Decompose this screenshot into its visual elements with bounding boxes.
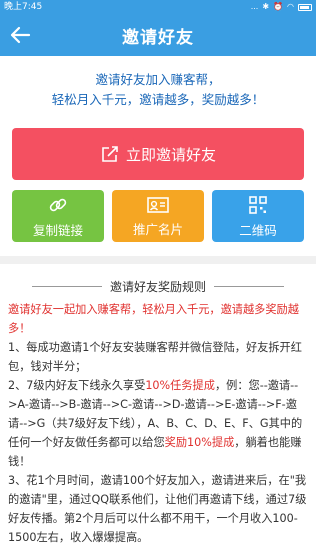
rule-2-part-a: 2、7级内好友下线永久享受	[8, 379, 146, 392]
page-title: 邀请好友	[122, 27, 194, 48]
bluetooth-icon: ✱	[262, 2, 270, 11]
rule-2-highlight-commission: 10%任务提成	[145, 379, 215, 392]
section-divider	[0, 256, 316, 264]
heading-line-left	[31, 286, 102, 287]
wifi-icon: ◠	[287, 2, 294, 11]
rules-body: 邀请好友一起加入赚客帮，轻松月入千元，邀请越多奖励越多！ 1、每成功邀请1个好友…	[8, 300, 310, 547]
rules-heading: 邀请好友奖励规则	[0, 278, 316, 295]
status-time: 晚上7:45	[4, 2, 43, 12]
qr-code-label: 二维码	[239, 222, 277, 238]
promo-card-label: 推广名片	[132, 221, 183, 237]
link-icon	[49, 198, 67, 211]
share-options: 复制链接 推广名片 二维码	[12, 190, 304, 242]
status-icons: ... ✱ ⏰ ◠	[251, 0, 312, 14]
rule-3: 3、花1个月时间，邀请100个好友加入，邀请进来后，在"我的邀请"里，通过QQ联…	[8, 474, 307, 544]
signal-text: ...	[250, 2, 259, 11]
rule-2-highlight-reward: 奖励10%提成	[164, 436, 235, 449]
share-icon	[102, 146, 118, 162]
rules-lead: 邀请好友一起加入赚客帮，轻松月入千元，邀请越多奖励越多！	[8, 303, 299, 335]
app-bar: 邀请好友	[0, 14, 316, 56]
alarm-icon: ⏰	[273, 2, 284, 11]
status-bar: 晚上7:45 ... ✱ ⏰ ◠	[0, 0, 316, 14]
back-button[interactable]	[6, 22, 34, 48]
invite-friends-button[interactable]: 立即邀请好友	[12, 128, 304, 180]
id-card-icon	[147, 196, 169, 213]
copy-link-button[interactable]: 复制链接	[12, 190, 104, 242]
invite-button-label: 立即邀请好友	[125, 145, 216, 164]
copy-link-label: 复制链接	[32, 222, 83, 238]
intro-text: 邀请好友加入赚客帮， 轻松月入千元，邀请越多，奖励越多！	[0, 70, 316, 110]
qr-code-icon	[249, 195, 267, 214]
rules-heading-text: 邀请好友奖励规则	[109, 280, 206, 294]
heading-line-right	[214, 286, 284, 287]
battery-icon	[298, 3, 312, 11]
rule-1: 1、每成功邀请1个好友安装赚客帮并微信登陆，好友拆开红包，钱对半分；	[8, 341, 302, 373]
intro-line-1: 邀请好友加入赚客帮，	[95, 72, 221, 87]
promo-card-button[interactable]: 推广名片	[112, 190, 204, 242]
intro-line-2: 轻松月入千元，邀请越多，奖励越多！	[51, 92, 265, 107]
back-arrow-icon	[10, 26, 31, 44]
rule-2: 2、7级内好友下线永久享受10%任务提成，例：您--邀请-->A-邀请-->B-…	[8, 376, 310, 471]
qr-code-button[interactable]: 二维码	[212, 190, 304, 242]
